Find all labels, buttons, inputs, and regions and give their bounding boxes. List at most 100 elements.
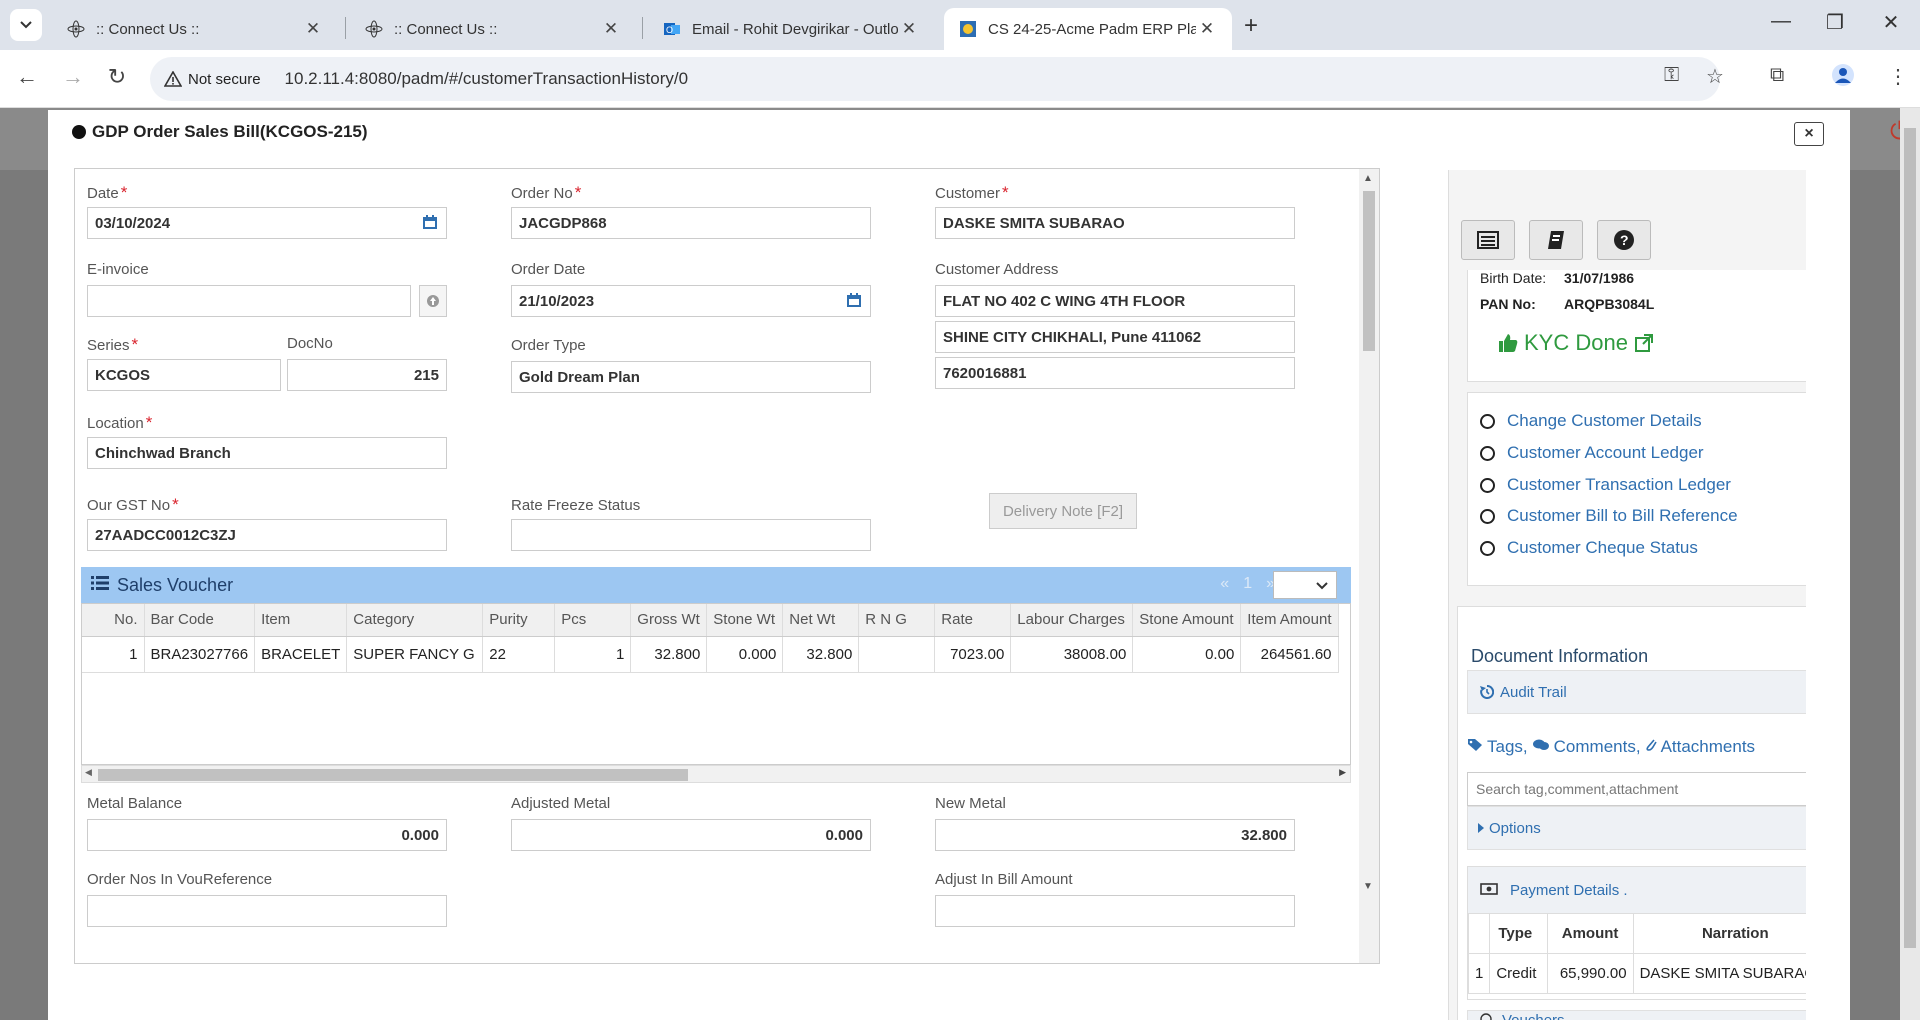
column-header[interactable]: Net Wt: [782, 604, 860, 637]
column-header[interactable]: Stone Amount: [1132, 604, 1242, 637]
security-indicator[interactable]: Not secure: [164, 71, 275, 88]
new-tab-icon[interactable]: +: [1244, 12, 1258, 40]
bookmark-star-icon[interactable]: ☆: [1706, 64, 1724, 89]
browser-menu-icon[interactable]: ⋮: [1888, 64, 1908, 89]
metal-balance-field[interactable]: 0.000: [87, 819, 447, 851]
address-line-2[interactable]: SHINE CITY CHIKHALI, Pune 411062: [935, 321, 1295, 353]
profile-avatar-icon[interactable]: [1832, 64, 1854, 92]
close-tab-icon[interactable]: ✕: [1196, 19, 1218, 39]
tags-link[interactable]: Tags,: [1487, 737, 1528, 757]
close-tab-icon[interactable]: ✕: [600, 19, 622, 39]
date-field[interactable]: 03/10/2024: [87, 207, 447, 239]
calendar-icon[interactable]: [846, 292, 862, 312]
column-header[interactable]: No.: [82, 604, 145, 637]
scroll-thumb[interactable]: [1363, 191, 1375, 351]
table-row[interactable]: 1 Credit 65,990.00 DASKE SMITA SUBARAO: [1467, 953, 1806, 994]
location-field[interactable]: Chinchwad Branch: [87, 437, 447, 469]
column-header[interactable]: Labour Charges: [1010, 604, 1134, 637]
restore-icon[interactable]: ❐: [1820, 10, 1850, 35]
column-header[interactable]: Category: [346, 604, 484, 637]
link-customer-bill-reference[interactable]: Customer Bill to Bill Reference: [1480, 506, 1738, 526]
vouchers-header[interactable]: Vouchers 0: [1467, 1010, 1806, 1020]
options-label: Options: [1489, 819, 1541, 837]
column-header[interactable]: Stone Wt: [706, 604, 784, 637]
tag-search-input[interactable]: Search tag,comment,attachment: [1467, 772, 1806, 806]
close-tab-icon[interactable]: ✕: [898, 19, 920, 39]
tab-search-button[interactable]: [10, 9, 42, 41]
page-vertical-scrollbar[interactable]: [1900, 108, 1920, 1020]
attachments-link[interactable]: Attachments: [1661, 737, 1756, 757]
window-close-icon[interactable]: ✕: [1876, 10, 1906, 35]
column-header[interactable]: Item: [254, 604, 348, 637]
password-key-icon[interactable]: ⚿: [1664, 64, 1679, 87]
comments-link[interactable]: Comments,: [1554, 737, 1641, 757]
extensions-icon[interactable]: ⧉: [1770, 64, 1784, 87]
new-metal-field[interactable]: 32.800: [935, 819, 1295, 851]
caret-right-icon: [1478, 820, 1484, 837]
column-header[interactable]: Purity: [482, 604, 556, 637]
url-text[interactable]: 10.2.11.4:8080/padm/#/customerTransactio…: [285, 69, 689, 89]
adjust-bill-field[interactable]: [935, 895, 1295, 927]
page-number[interactable]: 1: [1243, 575, 1252, 593]
help-button[interactable]: ?: [1597, 220, 1651, 260]
form-vertical-scrollbar[interactable]: ▲ ▼: [1359, 169, 1379, 963]
einvoice-field[interactable]: [87, 285, 411, 317]
column-header[interactable]: Pcs: [554, 604, 632, 637]
column-header[interactable]: Rate: [934, 604, 1012, 637]
reload-icon[interactable]: ↻: [102, 64, 132, 90]
audit-trail-link[interactable]: Audit Trail: [1467, 670, 1806, 714]
scroll-down-arrow[interactable]: ▼: [1363, 881, 1373, 892]
link-customer-cheque-status[interactable]: Customer Cheque Status: [1480, 538, 1698, 558]
column-header[interactable]: Gross Wt: [630, 604, 708, 637]
browser-tab-4-active[interactable]: CS 24-25-Acme Padm ERP Platf ✕: [944, 8, 1232, 50]
page-size-select[interactable]: [1273, 571, 1337, 599]
order-type-field[interactable]: Gold Dream Plan: [511, 361, 871, 393]
calendar-icon[interactable]: [422, 214, 438, 234]
customer-field[interactable]: DASKE SMITA SUBARAO: [935, 207, 1295, 239]
close-tab-icon[interactable]: ✕: [302, 19, 324, 39]
options-toggle[interactable]: Options: [1467, 806, 1806, 850]
column-header[interactable]: R N G: [858, 604, 936, 637]
circle-icon: [1480, 540, 1495, 556]
react-icon: [364, 19, 384, 39]
scroll-thumb[interactable]: [1904, 128, 1916, 948]
browser-tab-3[interactable]: O Email - Rohit Devgirikar - Outlo ✕: [648, 8, 934, 50]
order-date-field[interactable]: 21/10/2023: [511, 285, 871, 317]
link-customer-account-ledger[interactable]: Customer Account Ledger: [1480, 443, 1704, 463]
link-change-customer-details[interactable]: Change Customer Details: [1480, 411, 1702, 431]
series-field[interactable]: KCGOS: [87, 359, 281, 391]
scroll-up-arrow[interactable]: ▲: [1363, 173, 1373, 184]
column-header[interactable]: Bar Code: [144, 604, 256, 637]
order-nos-field[interactable]: [87, 895, 447, 927]
list-view-button[interactable]: [1461, 220, 1515, 260]
kyc-status[interactable]: KYC Done: [1498, 330, 1654, 356]
order-date-label: Order Date: [511, 261, 586, 278]
browser-tab-2[interactable]: :: Connect Us :: ✕: [350, 8, 636, 50]
address-phone[interactable]: 7620016881: [935, 357, 1295, 389]
modal-close-button[interactable]: ×: [1794, 122, 1824, 146]
back-icon[interactable]: ←: [12, 64, 42, 90]
scroll-right-arrow[interactable]: ▶: [1339, 767, 1346, 778]
adjusted-metal-field[interactable]: 0.000: [511, 819, 871, 851]
minimize-icon[interactable]: —: [1766, 10, 1796, 33]
payment-details-header[interactable]: Payment Details . 1: [1468, 867, 1806, 913]
gst-label: Our GST No *: [87, 495, 179, 514]
browser-tab-1[interactable]: :: Connect Us :: ✕: [52, 8, 338, 50]
address-line-1[interactable]: FLAT NO 402 C WING 4TH FLOOR: [935, 285, 1295, 317]
order-no-field[interactable]: JACGDP868: [511, 207, 871, 239]
einvoice-upload-button[interactable]: [419, 285, 447, 317]
link-customer-transaction-ledger[interactable]: Customer Transaction Ledger: [1480, 475, 1731, 495]
column-header[interactable]: Item Amount: [1240, 604, 1339, 637]
scroll-left-arrow[interactable]: ◀: [85, 767, 92, 778]
rate-freeze-field[interactable]: [511, 519, 871, 551]
scroll-thumb[interactable]: [98, 769, 688, 781]
grid-horizontal-scrollbar[interactable]: ◀ ▶: [81, 765, 1351, 783]
ledger-book-button[interactable]: [1529, 220, 1583, 260]
delivery-note-button[interactable]: Delivery Note [F2]: [989, 493, 1137, 529]
table-row[interactable]: 1 BRA23027766 BRACELET SUPER FANCY G 22 1 32.8…: [82, 636, 1339, 673]
gst-field[interactable]: 27AADCC0012C3ZJ: [87, 519, 447, 551]
prev-page-button[interactable]: «: [1220, 575, 1229, 593]
address-bar[interactable]: Not secure 10.2.11.4:8080/padm/#/custome…: [150, 57, 1720, 101]
docno-field[interactable]: 215: [287, 359, 447, 391]
forward-icon[interactable]: →: [58, 64, 88, 90]
